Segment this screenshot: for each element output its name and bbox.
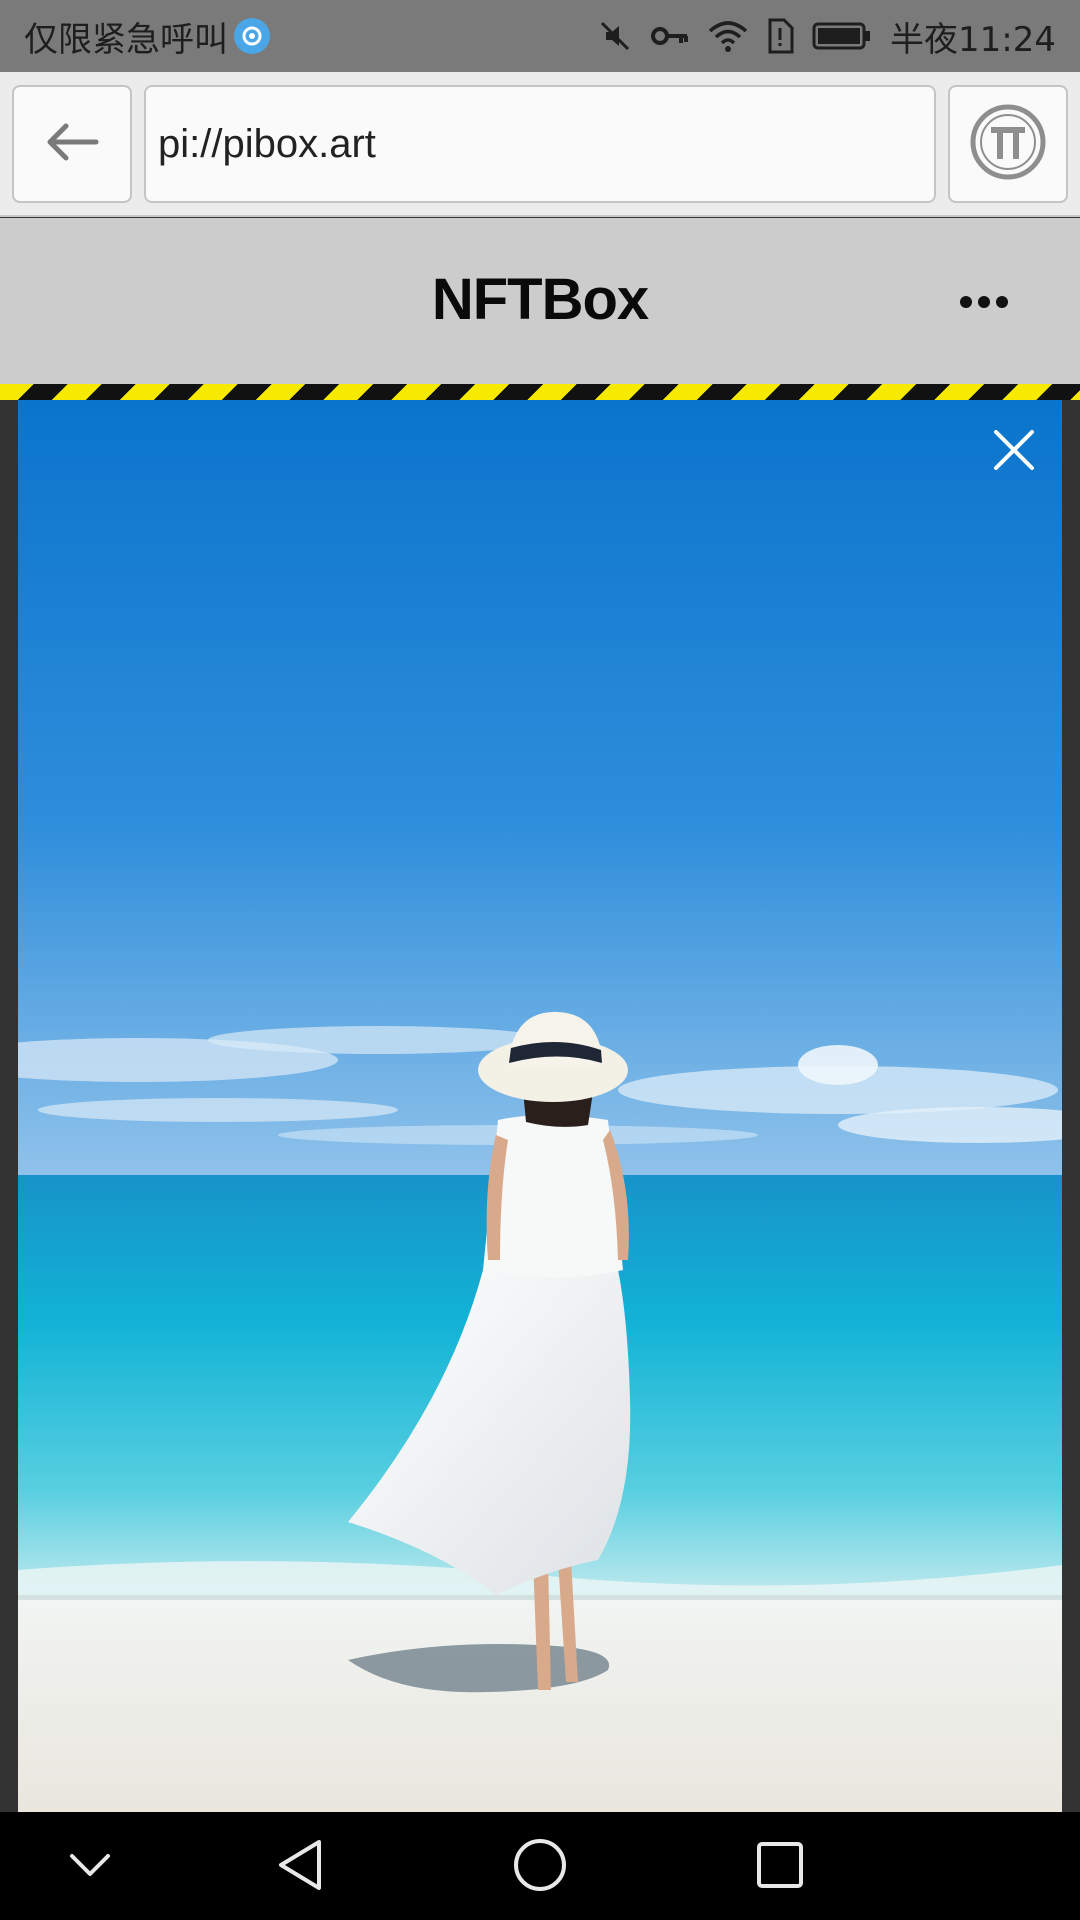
wifi-icon	[708, 19, 748, 53]
mute-icon	[598, 19, 632, 53]
recents-square-icon	[755, 1840, 805, 1894]
status-left: 仅限紧急呼叫	[24, 12, 270, 61]
home-circle-icon	[512, 1837, 568, 1897]
vpn-key-icon	[650, 22, 690, 50]
pi-browser-button[interactable]	[948, 85, 1068, 203]
status-time: 半夜11:24	[890, 19, 1056, 60]
collapse-button[interactable]	[55, 1832, 125, 1902]
more-dots-icon	[960, 296, 972, 308]
nav-recents-button[interactable]	[745, 1832, 815, 1902]
app-notification-icon	[234, 18, 270, 54]
nav-back-button[interactable]	[265, 1832, 335, 1902]
more-dot	[996, 296, 1008, 308]
close-button[interactable]	[986, 424, 1042, 480]
more-dot	[978, 296, 990, 308]
page-title: NFTBox	[431, 267, 649, 332]
arrow-left-icon	[44, 122, 100, 166]
carrier-text: 仅限紧急呼叫	[24, 19, 228, 60]
nav-home-button[interactable]	[505, 1832, 575, 1902]
sim-alert-icon	[766, 18, 794, 54]
status-right: 半夜11:24	[598, 12, 1056, 61]
nft-photo	[18, 400, 1062, 1812]
url-field[interactable]: pi://pibox.art	[144, 85, 936, 203]
url-text: pi://pibox.art	[158, 121, 376, 166]
close-icon	[992, 428, 1036, 476]
battery-icon	[812, 21, 872, 51]
beach-photo-illustration	[18, 400, 1062, 1812]
more-options-button[interactable]	[946, 270, 1022, 334]
collapse-chevron-icon	[68, 1850, 112, 1884]
pi-logo-icon	[969, 103, 1047, 185]
browser-bar: pi://pibox.art	[0, 72, 1080, 217]
app-header: NFTBox	[0, 218, 1080, 384]
system-nav-bar	[0, 1812, 1080, 1920]
back-button[interactable]	[12, 85, 132, 203]
back-triangle-icon	[275, 1838, 325, 1896]
image-viewer	[0, 400, 1080, 1812]
status-bar: 仅限紧急呼叫 半夜11:24	[0, 0, 1080, 72]
hazard-stripe-divider	[0, 384, 1080, 400]
